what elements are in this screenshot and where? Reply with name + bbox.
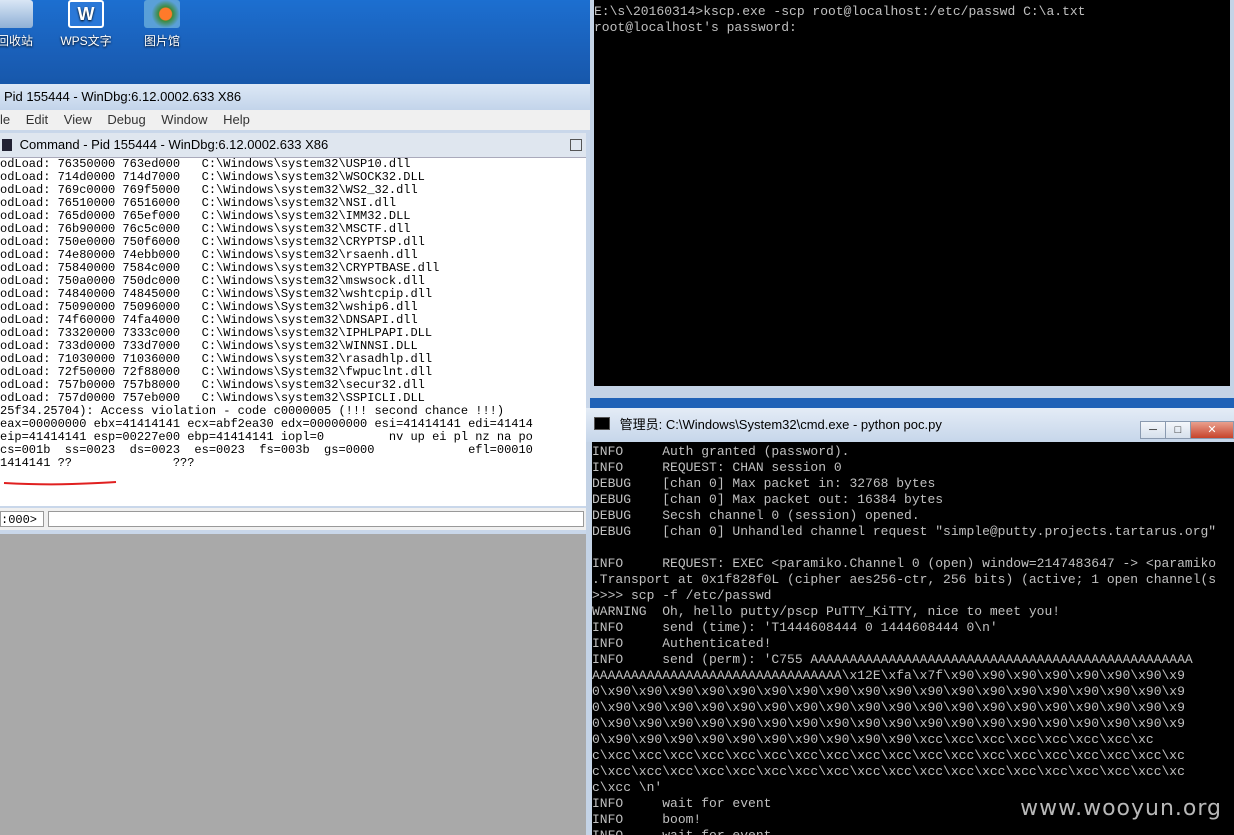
console-line: c\xcc\xcc\xcc\xcc\xcc\xcc\xcc\xcc\xcc\xc… xyxy=(592,748,1185,763)
python-console-output[interactable]: INFO Auth granted (password). INFO REQUES… xyxy=(592,442,1234,835)
kscp-console-output[interactable]: E:\s\20160314>kscp.exe -scp root@localho… xyxy=(594,0,1230,386)
python-console-window: 管理员: C:\Windows\System32\cmd.exe - pytho… xyxy=(586,408,1234,835)
console-line: INFO REQUEST: EXEC <paramiko.Channel 0 (… xyxy=(592,556,1217,571)
window-title: Pid 155444 - WinDbg:6.12.0002.633 X86 xyxy=(4,89,242,104)
command-title-text: Command - Pid 155444 - WinDbg:6.12.0002.… xyxy=(19,137,329,152)
console-line: E:\s\20160314>kscp.exe -scp root@localho… xyxy=(594,4,1086,19)
command-prompt: :000> xyxy=(0,511,44,527)
minimize-button[interactable]: ─ xyxy=(1140,421,1166,439)
desktop-icon-label: 回收站 xyxy=(0,34,33,48)
console-line: AAAAAAAAAAAAAAAAAAAAAAAAAAAAAAAA\x12E\xf… xyxy=(592,668,1185,683)
close-button[interactable]: ✕ xyxy=(1190,421,1234,439)
command-window-title[interactable]: Command - Pid 155444 - WinDbg:6.12.0002.… xyxy=(0,133,586,158)
console-line: root@localhost's password: xyxy=(594,20,797,35)
picture-viewer-icon xyxy=(144,0,180,28)
recycle-bin-icon xyxy=(0,0,33,28)
menu-view[interactable]: View xyxy=(64,110,92,130)
console-line: c\xcc \n' xyxy=(592,780,663,795)
console-line: INFO REQUEST: CHAN session 0 xyxy=(592,460,842,475)
console-line: 0\x90\x90\x90\x90\x90\x90\x90\x90\x90\x9… xyxy=(592,700,1185,715)
console-line: c\xcc\xcc\xcc\xcc\xcc\xcc\xcc\xcc\xcc\xc… xyxy=(592,764,1185,779)
console-line: INFO Authenticated! xyxy=(592,636,772,651)
command-input[interactable] xyxy=(48,511,584,527)
python-console-title-bar[interactable]: 管理员: C:\Windows\System32\cmd.exe - pytho… xyxy=(586,408,1234,442)
menu-help[interactable]: Help xyxy=(223,110,250,130)
console-line: INFO Auth granted (password). xyxy=(592,444,850,459)
console-line: >>>> scp -f /etc/passwd xyxy=(592,588,772,603)
command-output: odLoad: 76350000 763ed000 C:\Windows\sys… xyxy=(0,158,586,506)
console-line: WARNING Oh, hello putty/pscp PuTTY_KiTTY… xyxy=(592,604,1061,619)
windbg-empty-area xyxy=(0,534,590,835)
kscp-console-window: E:\s\20160314>kscp.exe -scp root@localho… xyxy=(590,0,1234,398)
console-line: DEBUG [chan 0] Max packet out: 16384 byt… xyxy=(592,492,944,507)
desktop-icon-recycle-bin[interactable]: 回收站 xyxy=(0,0,50,49)
cmd-icon xyxy=(594,417,610,430)
console-line: 0\x90\x90\x90\x90\x90\x90\x90\x90\x90\x9… xyxy=(592,716,1185,731)
watermark: www.wooyun.org xyxy=(1020,796,1222,821)
output-line: 1414141 ?? ??? xyxy=(0,456,195,470)
red-underline-annotation xyxy=(3,481,117,486)
desktop: 回收站 W WPS文字 图片馆 xyxy=(0,0,590,90)
console-line: INFO wait for event xyxy=(592,828,1234,835)
menu-edit[interactable]: Edit xyxy=(26,110,48,130)
console-line: 0\x90\x90\x90\x90\x90\x90\x90\x90\x90\x9… xyxy=(592,732,1154,747)
desktop-icon-picture-viewer[interactable]: 图片馆 xyxy=(127,0,197,49)
menu-window[interactable]: Window xyxy=(161,110,207,130)
command-input-bar: :000> xyxy=(0,508,586,530)
command-window-icon xyxy=(2,139,12,151)
console-line: DEBUG [chan 0] Unhandled channel request… xyxy=(592,524,1217,539)
console-line: INFO send (perm): 'C755 AAAAAAAAAAAAAAAA… xyxy=(592,652,1193,667)
menu-bar: le Edit View Debug Window Help xyxy=(0,110,590,130)
wps-writer-icon: W xyxy=(68,0,104,28)
maximize-icon[interactable] xyxy=(570,139,582,151)
desktop-icon-label: WPS文字 xyxy=(60,34,112,48)
desktop-icon-wps[interactable]: W WPS文字 xyxy=(51,0,121,49)
console-line: 0\x90\x90\x90\x90\x90\x90\x90\x90\x90\x9… xyxy=(592,684,1185,699)
windbg-title-bar[interactable]: Pid 155444 - WinDbg:6.12.0002.633 X86 xyxy=(0,84,590,110)
menu-file[interactable]: le xyxy=(0,110,10,130)
python-console-title: 管理员: C:\Windows\System32\cmd.exe - pytho… xyxy=(619,417,942,432)
console-line: DEBUG Secsh channel 0 (session) opened. xyxy=(592,508,920,523)
console-line: DEBUG [chan 0] Max packet in: 32768 byte… xyxy=(592,476,936,491)
desktop-icon-label: 图片馆 xyxy=(143,34,180,48)
console-line: .Transport at 0x1f828f0L (cipher aes256-… xyxy=(592,572,1217,587)
window-controls: ─ □ ✕ xyxy=(1140,412,1234,439)
maximize-button[interactable]: □ xyxy=(1165,421,1191,439)
console-line: INFO send (time): 'T1444608444 0 1444608… xyxy=(592,620,998,635)
menu-debug[interactable]: Debug xyxy=(107,110,145,130)
windbg-window: Pid 155444 - WinDbg:6.12.0002.633 X86 le… xyxy=(0,84,590,534)
